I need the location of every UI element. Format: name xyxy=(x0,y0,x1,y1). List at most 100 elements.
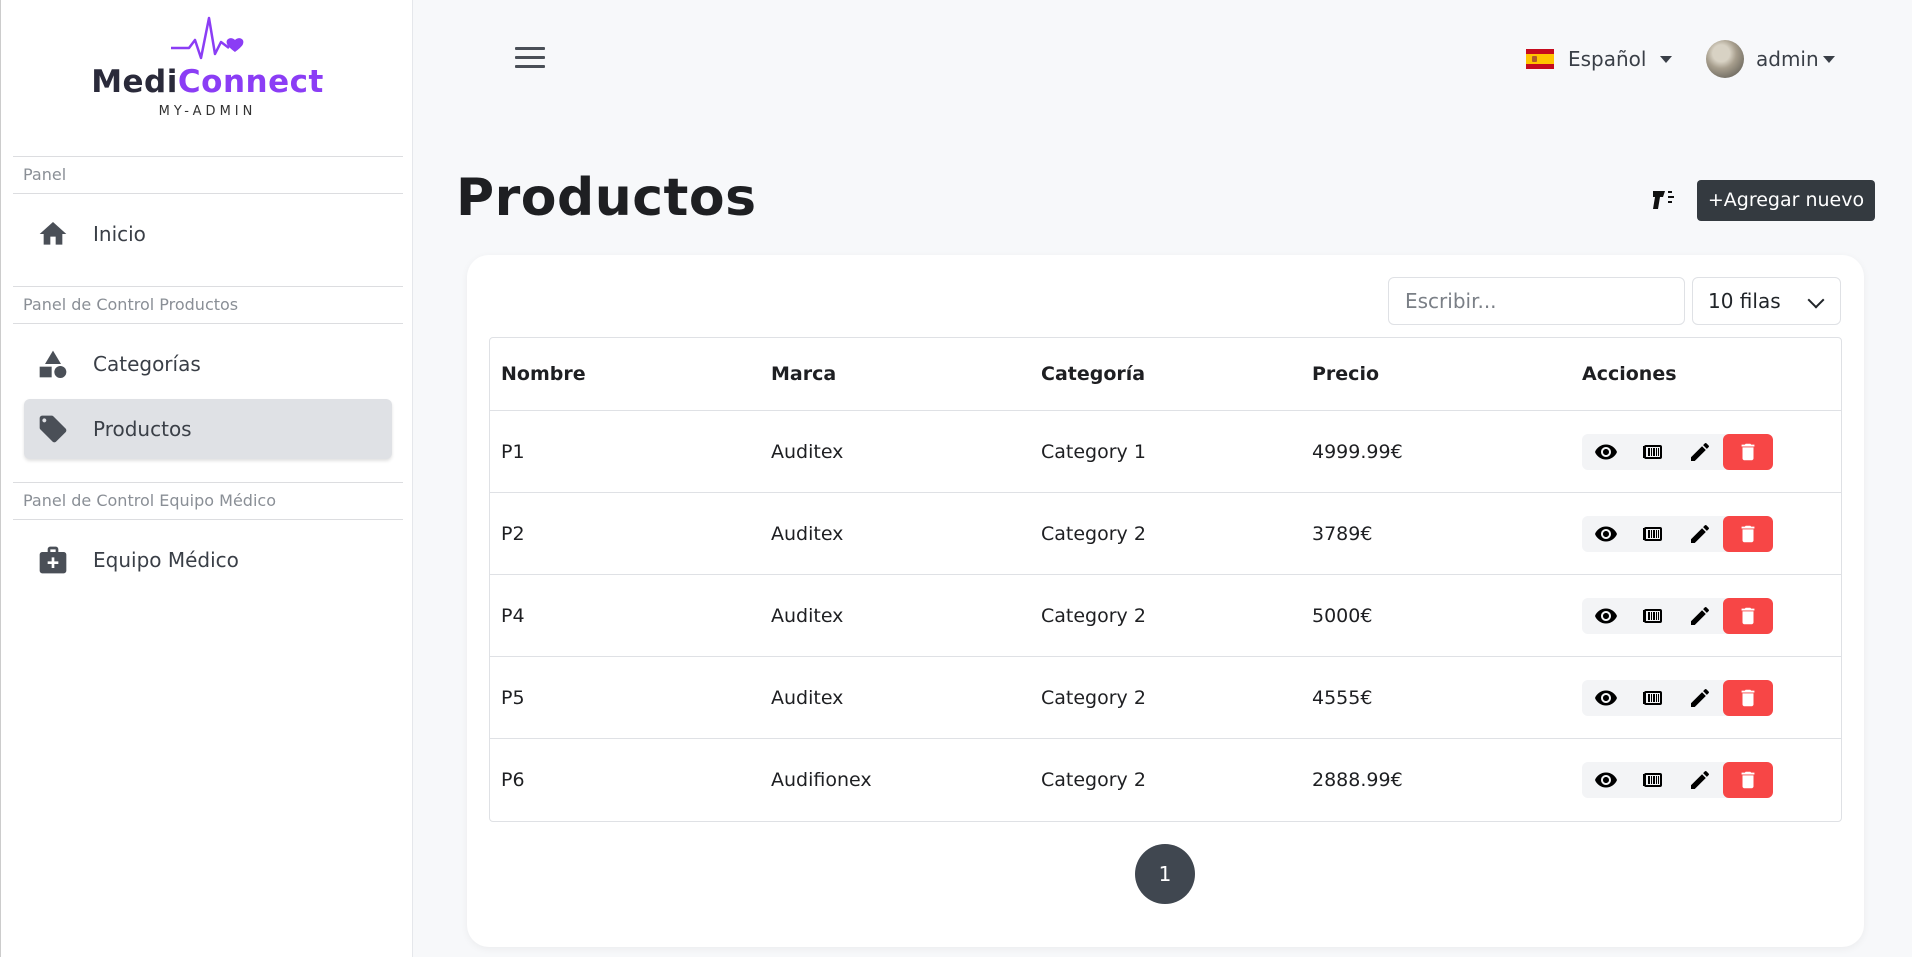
view-button[interactable] xyxy=(1582,762,1629,798)
barcode-button[interactable] xyxy=(1629,598,1676,634)
table-row: P1 Auditex Category 1 4999.99€ xyxy=(490,411,1841,493)
brand-subtitle: MY-ADMIN xyxy=(158,104,257,119)
edit-button[interactable] xyxy=(1676,680,1723,716)
rows-per-page-select[interactable]: 10 filas xyxy=(1692,277,1841,325)
cell-precio: 3789€ xyxy=(1312,522,1373,545)
products-table: Nombre Marca Categoría Precio Acciones P… xyxy=(489,337,1842,822)
cell-marca: Auditex xyxy=(771,440,844,463)
row-actions xyxy=(1582,679,1773,716)
edit-button[interactable] xyxy=(1676,762,1723,798)
eye-icon xyxy=(1594,526,1617,541)
sidebar-section-equipo: Panel de Control Equipo Médico xyxy=(13,482,403,520)
barcode-icon xyxy=(1642,526,1662,541)
delete-button[interactable] xyxy=(1723,679,1773,716)
barcode-icon xyxy=(1642,444,1662,459)
sidebar: MediConnect MY-ADMIN Panel Inicio Panel … xyxy=(0,0,413,957)
row-actions xyxy=(1582,762,1773,798)
sidebar-section-panel: Panel xyxy=(13,156,403,194)
barcode-button[interactable] xyxy=(1629,680,1676,716)
trash-icon xyxy=(1741,443,1755,460)
delete-button[interactable] xyxy=(1723,762,1773,798)
tag-icon xyxy=(37,413,69,445)
eye-icon xyxy=(1594,444,1617,459)
trash-icon xyxy=(1741,689,1755,706)
language-dropdown[interactable]: Español xyxy=(1526,44,1673,74)
caret-down-icon xyxy=(1822,55,1835,63)
barcode-scanner-icon[interactable] xyxy=(1650,188,1678,212)
cell-nombre: P4 xyxy=(501,604,525,627)
pencil-icon xyxy=(1690,442,1709,461)
pencil-icon xyxy=(1690,524,1709,543)
barcode-button[interactable] xyxy=(1629,434,1676,470)
edit-button[interactable] xyxy=(1676,598,1723,634)
sidebar-item-label: Categorías xyxy=(93,352,201,376)
caret-down-icon xyxy=(1660,55,1673,63)
pencil-icon xyxy=(1690,688,1709,707)
sidebar-item-productos[interactable]: Productos xyxy=(24,399,392,459)
cell-nombre: P1 xyxy=(501,440,525,463)
view-button[interactable] xyxy=(1582,598,1629,634)
sidebar-item-inicio[interactable]: Inicio xyxy=(24,204,392,264)
cell-nombre: P5 xyxy=(501,686,525,709)
cell-precio: 4555€ xyxy=(1312,686,1373,709)
shapes-icon xyxy=(37,348,69,380)
barcode-button[interactable] xyxy=(1629,516,1676,552)
delete-button[interactable] xyxy=(1723,597,1773,634)
brand-logo[interactable]: MediConnect MY-ADMIN xyxy=(1,0,414,150)
rows-per-page-value: 10 filas xyxy=(1708,289,1781,313)
language-label: Español xyxy=(1568,47,1647,71)
avatar xyxy=(1706,40,1744,78)
menu-toggle-button[interactable] xyxy=(515,47,545,71)
table-header-row: Nombre Marca Categoría Precio Acciones xyxy=(490,338,1841,411)
eye-icon xyxy=(1594,772,1617,788)
column-header-marca[interactable]: Marca xyxy=(771,338,836,410)
sidebar-item-categorias[interactable]: Categorías xyxy=(24,334,392,394)
delete-button[interactable] xyxy=(1723,515,1773,552)
barcode-icon xyxy=(1642,773,1662,787)
edit-button[interactable] xyxy=(1676,434,1723,470)
user-menu[interactable]: admin xyxy=(1706,40,1835,78)
products-card: 10 filas Nombre Marca Categoría Precio A… xyxy=(467,255,1864,947)
user-name: admin xyxy=(1756,47,1819,71)
cell-marca: Auditex xyxy=(771,686,844,709)
column-header-precio[interactable]: Precio xyxy=(1312,338,1379,410)
eye-icon xyxy=(1594,690,1617,705)
cell-categoria: Category 2 xyxy=(1041,769,1146,791)
view-button[interactable] xyxy=(1582,516,1629,552)
edit-button[interactable] xyxy=(1676,516,1723,552)
trash-icon xyxy=(1741,771,1755,789)
cell-nombre: P2 xyxy=(501,522,525,545)
trash-icon xyxy=(1741,607,1755,624)
chevron-down-icon xyxy=(1807,291,1825,309)
row-actions xyxy=(1582,597,1773,634)
column-header-acciones: Acciones xyxy=(1582,363,1677,385)
trash-icon xyxy=(1741,525,1755,542)
view-button[interactable] xyxy=(1582,434,1629,470)
barcode-icon xyxy=(1642,690,1662,705)
cell-nombre: P6 xyxy=(501,769,525,791)
cell-marca: Auditex xyxy=(771,604,844,627)
row-actions xyxy=(1582,515,1773,552)
column-header-categoria[interactable]: Categoría xyxy=(1041,338,1145,410)
brand-name: MediConnect xyxy=(91,64,324,100)
spain-flag-icon xyxy=(1526,49,1554,69)
search-input[interactable] xyxy=(1388,277,1685,325)
add-new-button[interactable]: +Agregar nuevo xyxy=(1697,180,1875,221)
pagination-page-button[interactable]: 1 xyxy=(1135,844,1195,904)
cell-categoria: Category 2 xyxy=(1041,522,1146,545)
sidebar-item-label: Equipo Médico xyxy=(93,548,239,572)
page-title: Productos xyxy=(456,168,757,228)
table-row: P6 Audifionex Category 2 2888.99€ xyxy=(490,739,1841,821)
sidebar-section-productos: Panel de Control Productos xyxy=(13,286,403,324)
column-header-nombre[interactable]: Nombre xyxy=(501,338,586,410)
barcode-icon xyxy=(1642,608,1662,623)
sidebar-item-equipo-medico[interactable]: Equipo Médico xyxy=(24,530,392,590)
table-row: P5 Auditex Category 2 4555€ xyxy=(490,657,1841,739)
table-row: P2 Auditex Category 2 3789€ xyxy=(490,493,1841,575)
barcode-button[interactable] xyxy=(1629,762,1676,798)
cell-categoria: Category 2 xyxy=(1041,604,1146,627)
sidebar-item-label: Inicio xyxy=(93,222,146,246)
delete-button[interactable] xyxy=(1723,433,1773,470)
sidebar-item-label: Productos xyxy=(93,417,192,441)
view-button[interactable] xyxy=(1582,680,1629,716)
